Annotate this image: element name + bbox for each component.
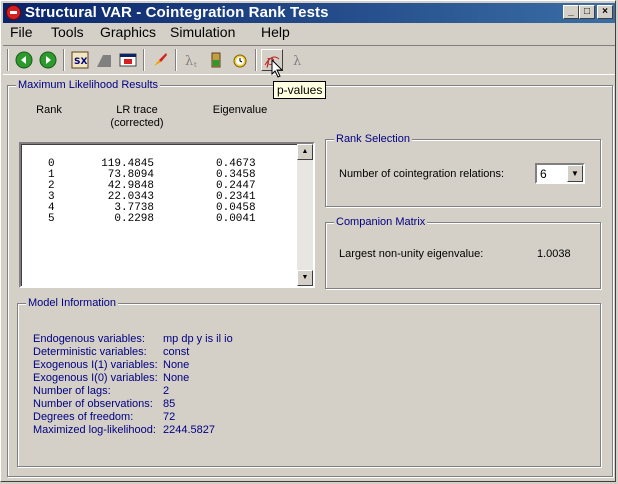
toolbar-separator [255,49,257,71]
model-info-legend: Model Information [26,296,119,310]
cointegration-relations-select[interactable]: 6 ▼ [535,163,585,184]
info-value: const [163,346,190,358]
maximize-button[interactable]: □ [579,5,595,19]
info-value: 2244.5827 [163,424,215,436]
rank-selection-legend: Rank Selection [334,132,412,146]
close-button[interactable]: × [597,5,613,19]
largest-eigenvalue-label: Largest non-unity eigenvalue: [339,248,484,260]
companion-matrix-legend: Companion Matrix [334,215,428,229]
select-value: 6 [540,167,547,181]
results-listbox[interactable]: 0 119.4845 0.4673 1 73.8094 0.3458 2 42.9848 0… [19,142,315,288]
info-value: 72 [163,411,176,423]
info-label: Maximized log-likelihood: [33,424,156,436]
col-header-eigenvalue: Eigenvalue [212,104,268,116]
menu-simulation[interactable]: Simulation [170,23,235,41]
menu-graphics[interactable]: Graphics [100,23,156,41]
title-bar[interactable]: Structural VAR - Cointegration Rank Test… [3,3,615,23]
info-label: Endogenous variables: [33,333,145,345]
forward-icon[interactable] [37,49,59,71]
menu-bar: File Tools Graphics Simulation Help [3,23,615,41]
tooltip: p-values [273,81,327,99]
rocket-icon[interactable] [149,49,171,71]
mouse-cursor-icon [271,59,284,78]
menu-tools[interactable]: Tools [51,23,84,41]
svg-text:SX: SX [74,57,87,67]
lambda-icon[interactable]: λ [287,49,309,71]
toolbar-separator [175,49,177,71]
lambda-t-icon[interactable]: λt [181,49,203,71]
alarm-icon[interactable] [229,49,251,71]
info-label: Deterministic variables: [33,346,147,358]
toolbar: SX λt p λ [3,45,615,75]
results-list: 0 119.4845 0.4673 1 73.8094 0.3458 2 42.9848 0… [21,144,297,286]
info-value: 85 [163,398,176,410]
toolbar-separator [143,49,145,71]
scroll-up-icon[interactable]: ▲ [297,144,313,160]
info-label: Exogenous I(1) variables: [33,359,158,371]
menu-help[interactable]: Help [261,23,290,41]
info-label: Number of observations: [33,398,153,410]
toolbar-grip [7,49,9,71]
info-value: None [163,372,190,384]
vertical-scrollbar[interactable]: ▲ ▼ [297,144,313,286]
largest-eigenvalue-value: 1.0038 [537,248,571,260]
chart-icon[interactable] [93,49,115,71]
back-icon[interactable] [13,49,35,71]
sx-icon[interactable]: SX [69,49,91,71]
battery-icon[interactable] [205,49,227,71]
svg-text:λ: λ [185,54,193,69]
cointegration-relations-label: Number of cointegration relations: [339,168,505,180]
info-value: mp dp y is il io [163,333,233,345]
minimize-button[interactable]: _ [563,5,579,19]
info-label: Degrees of freedom: [33,411,134,423]
info-label: Exogenous I(0) variables: [33,372,158,384]
menu-file[interactable]: File [10,23,33,41]
chevron-down-icon[interactable]: ▼ [567,165,583,182]
main-window: Structural VAR - Cointegration Rank Test… [0,0,616,482]
info-value: None [163,359,190,371]
svg-text:t: t [194,61,197,69]
ml-results-legend: Maximum Likelihood Results [16,78,160,92]
col-header-lr-corrected: (corrected) [110,117,164,129]
toolbar-separator [63,49,65,71]
info-label: Number of lags: [33,385,111,397]
col-header-rank: Rank [36,104,62,116]
window-icon[interactable] [117,49,139,71]
app-icon[interactable] [6,5,21,20]
col-header-lr-trace: LR trace [116,104,158,116]
window-title: Structural VAR - Cointegration Rank Test… [25,4,329,21]
info-value: 2 [163,385,170,397]
scroll-down-icon[interactable]: ▼ [297,270,313,286]
svg-text:λ: λ [293,54,301,69]
